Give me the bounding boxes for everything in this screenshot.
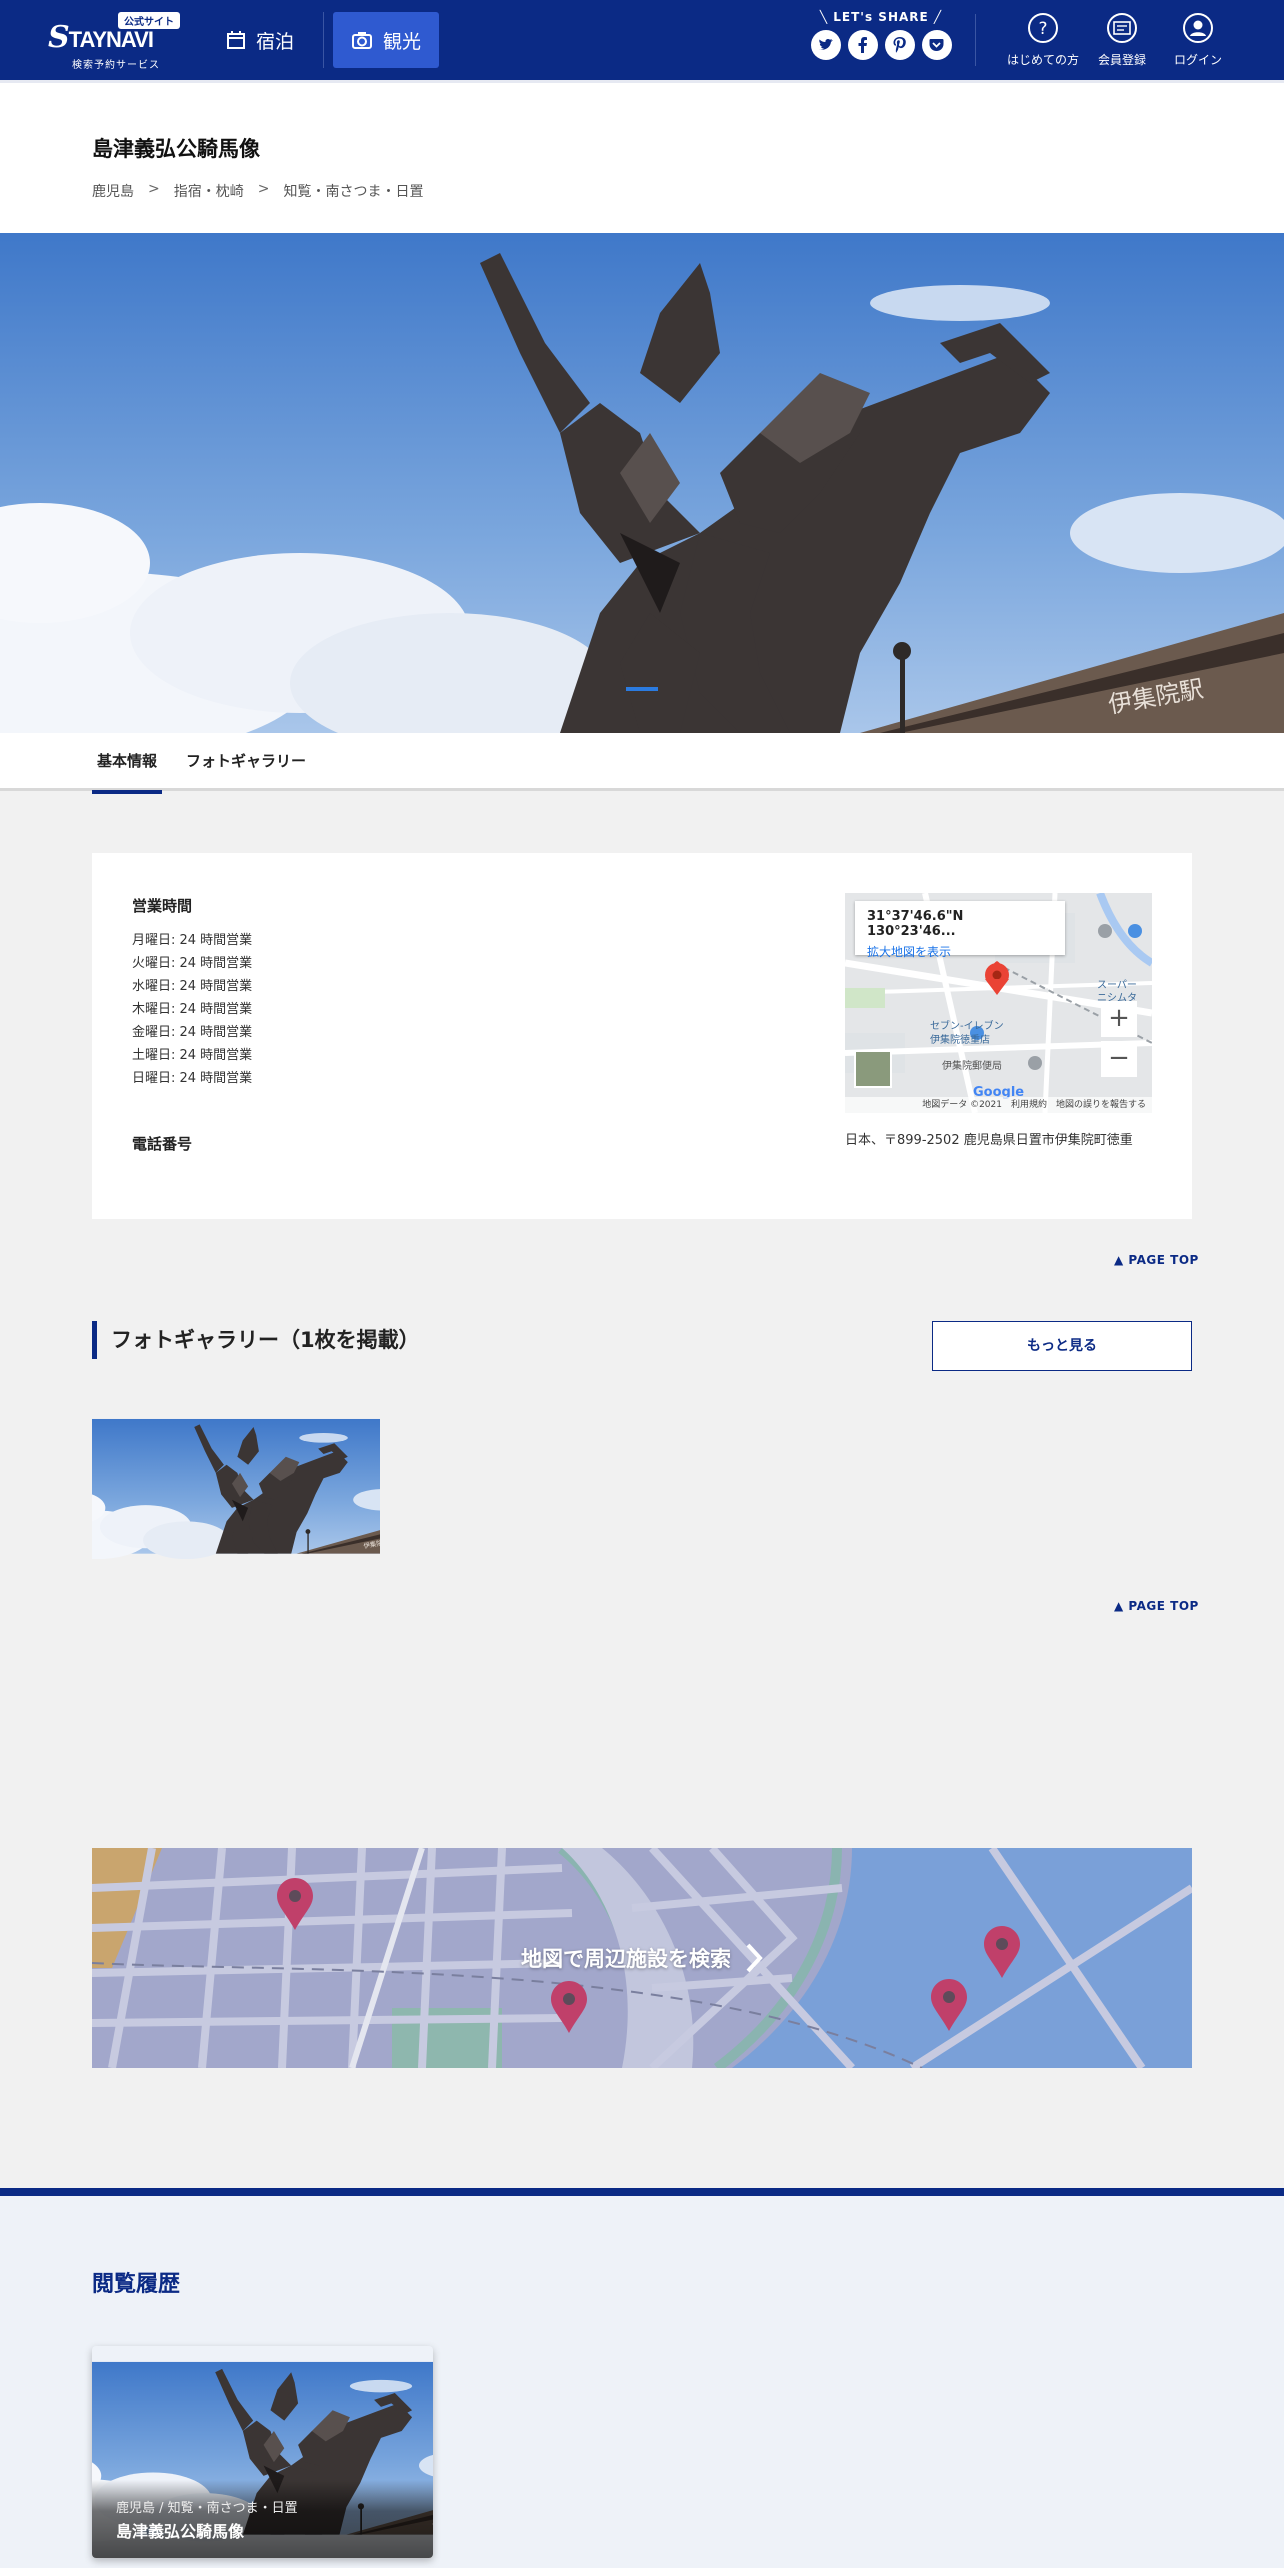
nav-divider <box>323 12 324 68</box>
history-card[interactable]: 鹿児島 / 知覧・南さつま・日置 島津義弘公騎馬像 <box>92 2346 433 2558</box>
question-icon: ? <box>1028 13 1058 43</box>
map-label-seven: セブン-イレブン <box>930 1019 1004 1032</box>
address-text: 日本、〒899-2502 鹿児島県日置市伊集院町徳重 <box>845 1133 1133 1148</box>
google-map[interactable]: Google セブン-イレブン 伊集院徳重店 伊集院郵便局 スーパー ニシムタ … <box>845 893 1152 1113</box>
member-card-icon <box>1107 13 1137 43</box>
logo-text: STAYNAVI <box>48 20 154 55</box>
logo-text-rest: TAYNAVI <box>68 27 154 52</box>
first-time-label: はじめての方 <box>1006 53 1079 67</box>
facebook-icon[interactable] <box>847 30 878 60</box>
share-label: ╲ LET's SHARE ╱ <box>819 10 943 24</box>
map-label-super: スーパー <box>1097 979 1137 991</box>
hours-row-sun: 日曜日: 24 時間営業 <box>132 1071 253 1086</box>
breadcrumb: 鹿児島 > 指宿・枕崎 > 知覧・南さつま・日置 <box>92 181 423 201</box>
map-label-post: 伊集院郵便局 <box>942 1059 1002 1072</box>
map-label-store: 伊集院徳重店 <box>930 1033 990 1046</box>
page-title: 島津義弘公騎馬像 <box>92 137 260 161</box>
header-divider <box>975 14 976 66</box>
page-top-link[interactable]: ▲ PAGE TOP <box>1114 1599 1199 1613</box>
history-card-area: 鹿児島 / 知覧・南さつま・日置 <box>116 2501 298 2516</box>
hours-row-fri: 金曜日: 24 時間営業 <box>132 1025 253 1040</box>
site-header: 公式サイト STAYNAVI 検索予約サービス 宿泊 観光 ╲ LET's SH… <box>0 0 1284 80</box>
login-label: ログイン <box>1173 53 1222 67</box>
user-icon <box>1183 13 1213 43</box>
title-block: 島津義弘公騎馬像 鹿児島 > 指宿・枕崎 > 知覧・南さつま・日置 <box>0 80 1284 233</box>
hero-image <box>0 233 1284 733</box>
nav-tab-sightseeing[interactable]: 観光 <box>333 12 439 68</box>
gallery-title: フォトギャラリー（1枚を掲載） <box>92 1321 420 1359</box>
phone-heading: 電話番号 <box>132 1135 193 1153</box>
map-attribution[interactable]: 地図データ ©2021 利用規約 地図の誤りを報告する <box>845 1097 1152 1113</box>
hours-row-tue: 火曜日: 24 時間営業 <box>132 956 253 971</box>
hours-row-mon: 月曜日: 24 時間営業 <box>132 933 253 948</box>
map-search-label: 地図で周辺施設を検索 <box>521 1947 731 1971</box>
chevron-right-icon <box>746 1943 763 1973</box>
breadcrumb-item-ibusuki[interactable]: 指宿・枕崎 <box>174 181 244 201</box>
carousel-indicator[interactable] <box>626 687 658 691</box>
map-search-banner[interactable]: 地図で周辺施設を検索 <box>92 1848 1192 2068</box>
hours-list: 月曜日: 24 時間営業 火曜日: 24 時間営業 水曜日: 24 時間営業 木… <box>132 929 252 1090</box>
info-card: 営業時間 月曜日: 24 時間営業 火曜日: 24 時間営業 水曜日: 24 時… <box>92 853 1192 1219</box>
pocket-icon[interactable] <box>921 30 952 60</box>
map-coordinates: 31°37'46.6"N 130°23'46... <box>867 909 964 939</box>
tab-basic-info[interactable]: 基本情報 <box>92 733 162 794</box>
nav-tab-stay[interactable]: 宿泊 <box>208 12 318 68</box>
logo-text-s: S <box>48 20 70 55</box>
tab-photo-gallery[interactable]: フォトギャラリー <box>176 733 316 791</box>
hours-row-thu: 木曜日: 24 時間営業 <box>132 1002 253 1017</box>
register-label: 会員登録 <box>1097 53 1146 67</box>
hours-row-wed: 水曜日: 24 時間営業 <box>132 979 253 994</box>
svg-text:?: ? <box>1038 19 1047 39</box>
staynavi-logo[interactable]: 公式サイト STAYNAVI 検索予約サービス <box>48 8 188 72</box>
browsing-history: 閲覧履歴 鹿児島 / 知覧・南さつま・日置 島津義弘公騎馬像 <box>0 2188 1284 2568</box>
statue-thumbnail <box>92 1418 380 1560</box>
gallery-thumbnail[interactable] <box>92 1410 380 1564</box>
history-title: 閲覧履歴 <box>92 2272 181 2297</box>
triangle-up-icon: ▲ <box>1114 1599 1124 1613</box>
camera-icon <box>352 32 372 49</box>
calendar-icon <box>227 31 245 49</box>
first-time-button[interactable]: ? はじめての方 <box>1000 12 1086 68</box>
map-zoom-out-button[interactable]: − <box>1101 1041 1137 1077</box>
hours-heading: 営業時間 <box>132 897 193 915</box>
breadcrumb-separator: > <box>257 181 270 197</box>
register-button[interactable]: 会員登録 <box>1090 12 1154 68</box>
twitter-icon[interactable] <box>810 30 841 60</box>
see-more-button[interactable]: もっと見る <box>932 1321 1192 1371</box>
logo-subtitle: 検索予約サービス <box>72 60 160 71</box>
pinterest-icon[interactable] <box>884 30 915 60</box>
breadcrumb-item-kagoshima[interactable]: 鹿児島 <box>92 181 134 201</box>
hours-row-sat: 土曜日: 24 時間営業 <box>132 1048 253 1063</box>
nav-tab-sightseeing-label: 観光 <box>383 30 422 53</box>
history-card-title: 島津義弘公騎馬像 <box>116 2522 245 2541</box>
breadcrumb-item-chiran[interactable]: 知覧・南さつま・日置 <box>283 181 423 201</box>
login-button[interactable]: ログイン <box>1166 12 1230 68</box>
map-search-cta[interactable]: 地図で周辺施設を検索 <box>92 1848 1192 2068</box>
page-top-label: PAGE TOP <box>1128 1253 1199 1267</box>
breadcrumb-separator: > <box>148 181 160 197</box>
statue-photo <box>0 233 1284 733</box>
map-zoom-in-button[interactable]: + <box>1101 1001 1137 1037</box>
map-info-window: 31°37'46.6"N 130°23'46... 拡大地図を表示 <box>855 901 1065 959</box>
share-group: ╲ LET's SHARE ╱ <box>806 10 956 60</box>
map-enlarge-link[interactable]: 拡大地図を表示 <box>867 943 1053 960</box>
triangle-up-icon: ▲ <box>1114 1253 1124 1267</box>
share-label-text: LET's SHARE <box>833 10 929 24</box>
nav-tab-stay-label: 宿泊 <box>256 30 295 53</box>
page-top-link[interactable]: ▲ PAGE TOP <box>1114 1253 1199 1267</box>
page-top-label: PAGE TOP <box>1128 1599 1199 1613</box>
content-tabs: 基本情報 フォトギャラリー <box>0 733 1284 794</box>
